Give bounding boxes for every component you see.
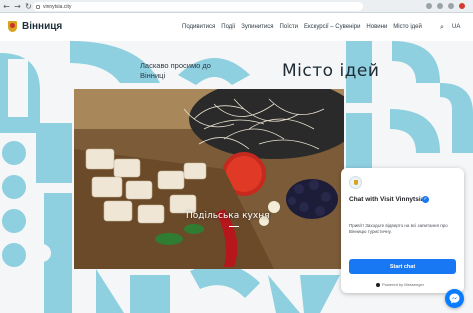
deco-shape [8,59,28,117]
caption-divider [229,226,239,227]
messenger-chat-widget: Chat with Visit Vinnytsia ✓ Привіт! Захо… [341,168,464,293]
deco-shape [96,269,124,313]
address-bar[interactable]: vinnytsia.city [33,2,363,11]
browser-toolbar: ← → ↻ vinnytsia.city [0,0,473,13]
page-title: Місто ідей [282,61,380,81]
url-text: vinnytsia.city [43,3,72,10]
site-logo[interactable]: Вінниця [8,21,62,32]
messenger-logo-icon [376,282,380,287]
website: Вінниця Подивитися Події Зупинитися Поїс… [0,13,473,313]
nav-item-see[interactable]: Подивитися [182,24,215,30]
deco-shape [36,123,72,183]
chat-title: Chat with Visit Vinnytsia [349,196,425,203]
page-avatar [349,176,362,189]
start-chat-button[interactable]: Start chat [349,259,456,274]
reload-icon[interactable]: ↻ [24,2,33,11]
messenger-icon [449,293,460,304]
deco-shape [2,209,26,233]
star-icon[interactable] [426,3,432,9]
nav-item-city-of-ideas[interactable]: Місто ідей [393,24,422,30]
browser-actions [426,3,465,9]
nav-item-stay[interactable]: Зупинитися [241,24,273,30]
deco-shape [33,244,51,262]
nav-item-news[interactable]: Новини [366,24,387,30]
welcome-text: Ласкаво просимо до Вінниці [140,61,211,80]
deco-shape [2,175,26,199]
deco-shape [130,275,170,313]
food-photo [74,89,344,269]
deco-shape [2,243,26,267]
logo-text: Вінниця [22,21,63,32]
language-switch[interactable]: UA [452,24,460,30]
deco-shape [190,264,260,298]
deco-shape [346,113,372,173]
deco-shape [392,41,440,83]
powered-by-text: Powered by Messenger [382,282,425,287]
deco-shape [440,83,473,153]
deco-shape [2,141,26,165]
nav-item-eat[interactable]: Поїсти [280,24,298,30]
slide-caption: Подільська кухня [186,211,270,221]
deco-shape [390,109,440,153]
menu-icon[interactable] [448,3,454,9]
verified-badge-icon: ✓ [422,196,429,203]
hero-slide-image[interactable] [74,89,344,269]
site-header: Вінниця Подивитися Події Зупинитися Поїс… [0,13,473,41]
nav-item-events[interactable]: Події [221,24,235,30]
extensions-icon[interactable] [437,3,443,9]
coat-of-arms-icon [8,21,17,32]
lock-icon [36,4,40,9]
powered-by: Powered by Messenger [376,282,424,287]
nav-item-tours-souvenirs[interactable]: Екскурсії – Сувеніри [304,24,360,30]
deco-shape [300,275,340,313]
back-icon[interactable]: ← [2,2,11,11]
forward-icon[interactable]: → [13,2,22,11]
profile-avatar-icon[interactable] [459,3,465,9]
chat-greeting: Привіт! Заходьте відверто на всі запитан… [349,223,448,234]
messenger-chat-button[interactable] [445,289,464,308]
main-nav: Подивитися Події Зупинитися Поїсти Екску… [182,24,422,30]
deco-shape [268,275,300,313]
search-icon[interactable]: ⌕ [440,23,444,32]
